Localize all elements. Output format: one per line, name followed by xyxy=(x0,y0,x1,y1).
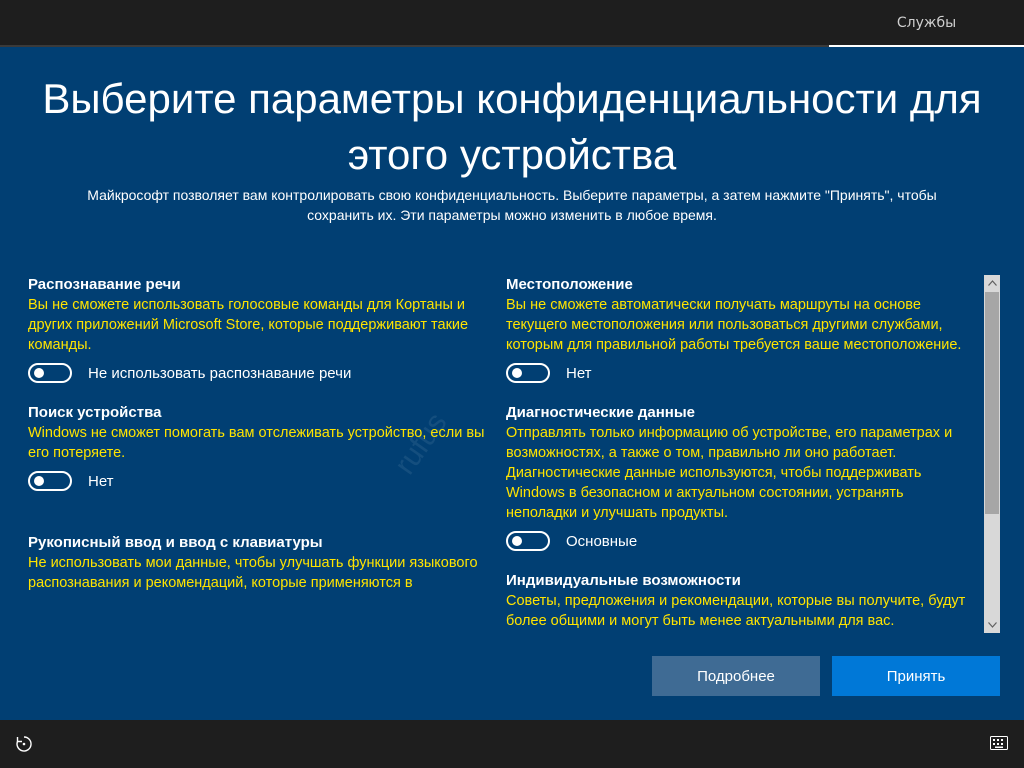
setting-title: Поиск устройства xyxy=(28,404,162,421)
toggle-row: Нет xyxy=(506,363,976,383)
scroll-up-arrow-icon[interactable] xyxy=(984,275,1000,291)
toggle-row: Не использовать распознавание речи xyxy=(28,363,494,383)
setting-speech-recognition: Распознавание речи Вы не сможете использ… xyxy=(28,275,494,383)
page-title: Выберите параметры конфиденциальности дл… xyxy=(0,71,1024,183)
toggle-label: Нет xyxy=(88,472,114,490)
setting-description: Отправлять только информацию об устройст… xyxy=(506,425,953,521)
toggle-label: Не использовать распознавание речи xyxy=(88,364,352,382)
scrollbar-thumb[interactable] xyxy=(985,292,999,514)
setting-location: Местоположение Вы не сможете автоматичес… xyxy=(506,275,976,383)
settings-column-left: Распознавание речи Вы не сможете использ… xyxy=(28,275,494,613)
setting-title: Местоположение xyxy=(506,276,633,293)
setting-inking-typing: Рукописный ввод и ввод с клавиатуры Не и… xyxy=(28,533,494,593)
setting-description: Вы не сможете автоматически получать мар… xyxy=(506,297,962,353)
tab-services[interactable]: Службы xyxy=(829,0,1024,47)
page-subtitle: Майкрософт позволяет вам контролировать … xyxy=(20,185,1004,225)
setting-description: Вы не сможете использовать голосовые ком… xyxy=(28,297,469,353)
keyboard-icon[interactable] xyxy=(990,736,1008,750)
top-bar: Службы xyxy=(0,0,1024,47)
setting-find-my-device: Поиск устройства Windows не сможет помог… xyxy=(28,403,494,491)
setting-tailored-experiences: Индивидуальные возможности Советы, предл… xyxy=(506,571,976,631)
settings-scroll-area[interactable]: Распознавание речи Вы не сможете использ… xyxy=(0,275,984,633)
toggle-row: Основные xyxy=(506,531,976,551)
find-my-device-toggle[interactable] xyxy=(28,471,72,491)
learn-more-button[interactable]: Подробнее xyxy=(652,656,820,696)
setting-title: Распознавание речи xyxy=(28,276,181,293)
bottom-bar xyxy=(0,720,1024,768)
settings-column-right: Местоположение Вы не сможете автоматичес… xyxy=(506,275,976,633)
toggle-knob xyxy=(34,476,44,486)
toggle-label: Нет xyxy=(566,364,592,382)
toggle-knob xyxy=(34,368,44,378)
toggle-row: Нет xyxy=(28,471,494,491)
toggle-knob xyxy=(512,368,522,378)
toggle-label: Основные xyxy=(566,532,638,550)
privacy-settings-page: Выберите параметры конфиденциальности дл… xyxy=(0,47,1024,720)
toggle-knob xyxy=(512,536,522,546)
accept-button[interactable]: Принять xyxy=(832,656,1000,696)
settings-scrollbar[interactable] xyxy=(984,275,1000,633)
speech-recognition-toggle[interactable] xyxy=(28,363,72,383)
diagnostic-data-toggle[interactable] xyxy=(506,531,550,551)
page-subtitle-line1: Майкрософт позволяет вам контролировать … xyxy=(87,187,937,203)
setting-title: Диагностические данные xyxy=(506,404,696,421)
setting-title: Индивидуальные возможности xyxy=(506,572,741,589)
setting-title: Рукописный ввод и ввод с клавиатуры xyxy=(28,534,323,551)
setting-diagnostic-data: Диагностические данные Отправлять только… xyxy=(506,403,976,551)
ease-of-access-icon[interactable] xyxy=(14,734,34,754)
page-title-line1: Выберите параметры конфиденциальности дл… xyxy=(42,75,982,122)
setting-description: Советы, предложения и рекомендации, кото… xyxy=(506,593,966,629)
location-toggle[interactable] xyxy=(506,363,550,383)
page-title-line2: этого устройства xyxy=(347,131,677,178)
page-subtitle-line2: сохранить их. Эти параметры можно измени… xyxy=(307,207,717,223)
setting-description: Не использовать мои данные, чтобы улучша… xyxy=(28,555,478,591)
setting-description: Windows не сможет помогать вам отслежива… xyxy=(28,425,485,461)
scroll-down-arrow-icon[interactable] xyxy=(984,617,1000,633)
